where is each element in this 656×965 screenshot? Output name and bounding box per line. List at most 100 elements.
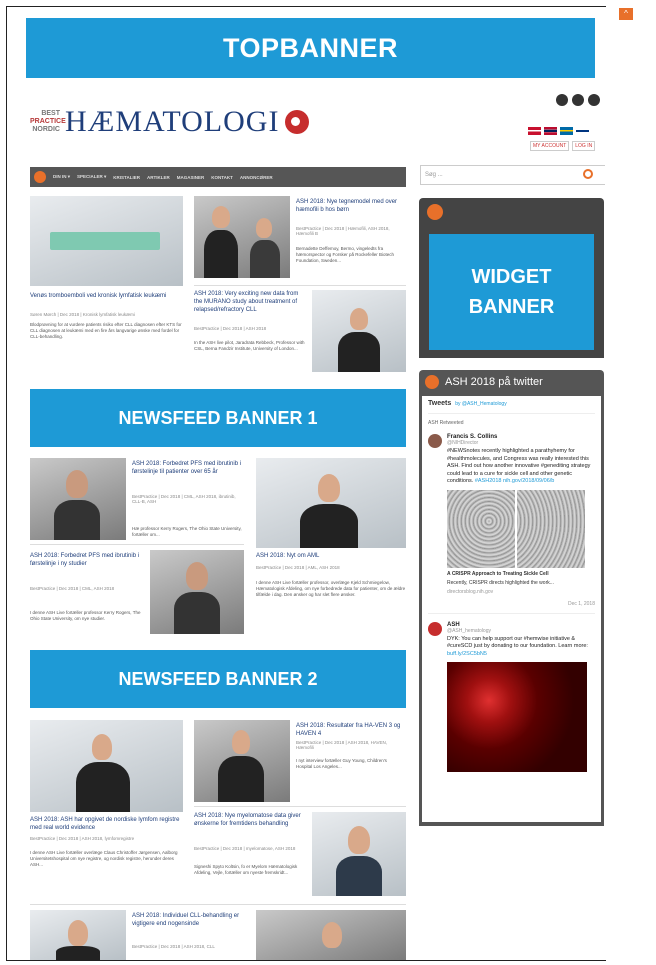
tweet-link[interactable]: buff.ly/2SC5bN5 [447,651,487,657]
article-title[interactable]: ASH 2018: Resultater fra HA-VEN 3 og HAV… [296,722,404,738]
tweet[interactable]: ASH @ASH_hematology DYK: You can help su… [428,621,595,772]
article-thumbnail[interactable] [30,910,126,960]
divider [30,904,406,905]
person-image [218,756,264,802]
article-meta: BestPractice | Dec 2018 | Hæmofili, ASH … [296,226,390,236]
person-image [348,826,370,854]
article-meta: BestPractice | Dec 2018 | ASH 2018, CLL [132,944,215,949]
my-account-link[interactable]: MY ACCOUNT [530,141,570,151]
article-meta: BestPractice | Dec 2018 | CML, ASH 2018 [30,586,115,591]
language-flags [528,127,589,135]
search-input[interactable]: Søg ... [420,165,605,185]
article-title[interactable]: ASH 2018: Nye myelomatose data giver øns… [194,812,306,828]
person-image [256,218,272,238]
article-thumbnail[interactable] [194,196,290,278]
article-meta: BestPractice | Dec 2018 | myelomatose, A… [194,846,296,851]
logo-mark-icon [285,110,310,134]
person-image [232,730,250,754]
person-image [336,856,382,896]
twitter-header: ASH 2018 på twitter [419,370,604,394]
flag-norway-icon[interactable] [544,127,557,135]
flag-sweden-icon[interactable] [560,127,573,135]
facebook-icon[interactable] [556,94,568,106]
tweet-image[interactable] [447,489,587,568]
widget-banner[interactable]: WIDGET BANNER [429,234,594,350]
tweet-card-text: Recently, CRISPR directs highlighted the… [447,579,554,586]
login-link[interactable]: LOG IN [572,141,596,151]
person-image [212,206,230,228]
article-thumbnail[interactable] [30,720,183,812]
person-image [66,470,88,498]
article-thumbnail[interactable] [194,720,290,802]
divider [30,544,244,545]
article-title[interactable]: ASH 2018: ASH har opgivet de nordiske ly… [30,816,183,832]
widget-box: WIDGET BANNER [419,198,604,358]
person-image [76,762,130,812]
nav-item[interactable]: KRISTALIER [113,175,140,180]
avatar[interactable] [428,621,442,636]
flag-denmark-icon[interactable] [528,127,541,135]
person-image [54,500,100,540]
tweet-card-title[interactable]: A CRISPR Approach to Treating Sickle Cel… [447,571,595,577]
book-icon [427,204,443,220]
hospital-bed-image [50,232,160,250]
newsfeed-banner-1[interactable]: NEWSFEED BANNER 1 [30,389,406,447]
article-thumbnail[interactable] [312,812,406,896]
tweet-handle[interactable]: @NIHDirector [447,440,595,446]
article-meta: BestPractice | Dec 2018 | AML, ASH 2018 [256,565,340,570]
article-thumbnail[interactable] [256,910,406,960]
person-image [350,308,368,330]
article-meta: BestPractice | Dec 2018 | CML, ASH 2018,… [132,494,236,504]
person-image [318,474,340,502]
tweet-handle[interactable]: @ASH_hematology [447,628,595,634]
nav-item[interactable]: DIN IN ▾ [53,174,70,180]
nav-item[interactable]: ANNONCØRER [240,175,273,180]
nav-item[interactable]: SPECIALER ▾ [77,174,106,180]
person-image [250,240,280,278]
article-excerpt: I denne ASH Live fortæller professor, ov… [256,580,406,597]
twitter-timeline[interactable]: Tweets by @ASH_Hematology ASH Retweeted F… [422,396,601,822]
nav-item[interactable]: ARTIKLER [147,175,170,180]
tweet-image[interactable] [447,662,587,772]
flag-finland-icon[interactable] [576,127,589,135]
article-thumbnail[interactable] [30,196,183,286]
article-title[interactable]: ASH 2018: Forbedret PFS med ibrutinib i … [132,460,244,476]
article-thumbnail[interactable] [312,290,406,372]
avatar[interactable] [428,434,442,448]
article-title[interactable]: ASH 2018: Very exciting new data from th… [194,290,306,314]
linkedin-icon[interactable] [588,94,600,106]
article-title[interactable]: ASH 2018: Nyt om AML [256,552,406,560]
twitter-icon[interactable] [572,94,584,106]
scroll-top-icon[interactable]: ^ [619,8,633,20]
article-excerpt: Signeshi Spyto Koltsin, fo er Myelom Hæm… [194,864,298,875]
top-banner[interactable]: TOPBANNER [26,18,595,78]
article-excerpt: In the ASH live pilot, Jaradrata Rebbeck… [194,340,305,351]
article-excerpt: I denne ASH Live fortæller overlæge Clau… [30,850,178,867]
article-title[interactable]: ASH 2018: Individuel CLL-behandling er v… [132,912,244,928]
article-thumbnail[interactable] [150,550,244,634]
home-icon[interactable] [34,171,46,183]
retweet-label: ASH Retweeted [428,420,464,426]
article-thumbnail[interactable] [256,458,406,548]
article-excerpt: Blodprøvning for at vurdere patients ris… [30,322,182,339]
tweet-link[interactable]: #ASH2018 nih.gov/2018/09/06/b [475,478,555,484]
tweet-time[interactable]: Dec 1, 2018 [447,601,595,607]
person-image [174,592,220,634]
nav-item[interactable]: KONTAKT [211,175,233,180]
tweet[interactable]: Francis S. Collins @NIHDirector #NEWSnot… [428,434,595,607]
article-title[interactable]: ASH 2018: Forbedret PFS med ibrutinib i … [30,552,142,568]
article-excerpt: I nyt interview fortæller Guy Young, Chi… [296,758,387,769]
nav-item[interactable]: MAGASINER [177,175,205,180]
tweet-text: #NEWSnotes recently highlighted a parath… [447,448,591,484]
social-links [556,94,600,106]
site-logo[interactable]: BEST PRACTICE NORDIC HÆMATOLOGI [30,100,330,144]
newsfeed-banner-2[interactable]: NEWSFEED BANNER 2 [30,650,406,708]
article-thumbnail[interactable] [30,458,126,540]
article-title[interactable]: Venøs tromboemboli ved kronisk lymfatisk… [30,292,183,300]
main-nav: DIN IN ▾ SPECIALER ▾ KRISTALIER ARTIKLER… [30,167,406,187]
search-icon[interactable] [583,169,593,179]
divider [194,285,406,286]
person-image [322,922,342,948]
logo-small-text: BEST PRACTICE NORDIC [30,110,66,133]
article-title[interactable]: ASH 2018: Nye tegnemodel med over hæmofi… [296,198,404,214]
